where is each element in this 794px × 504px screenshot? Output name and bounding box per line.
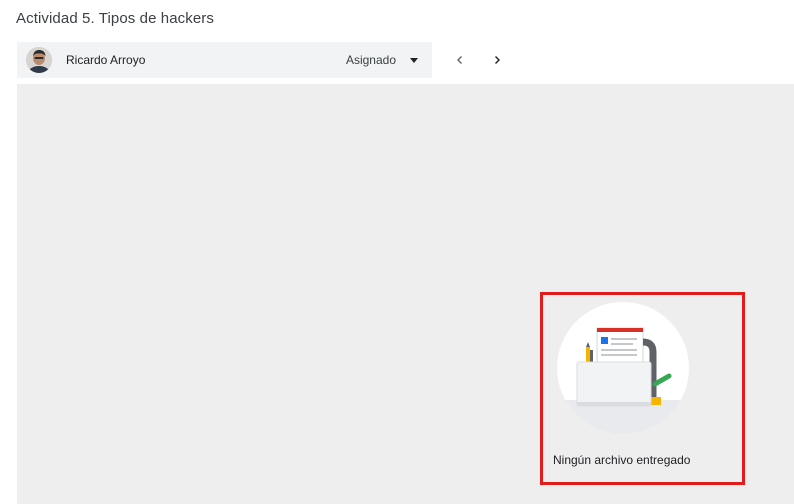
avatar [26,47,52,73]
dropdown-arrow-icon [410,57,418,63]
status-label: Asignado [345,53,396,67]
submission-page: Actividad 5. Tipos de hackers Ricardo Ar… [0,0,794,504]
status-dropdown[interactable]: Asignado [346,53,418,67]
assignment-title: Actividad 5. Tipos de hackers [16,10,215,27]
person-icon [26,47,52,73]
previous-student-button[interactable] [449,49,471,71]
student-name[interactable]: Ricardo Arroyo [66,53,346,67]
student-bar: Ricardo Arroyo Asignado [17,42,432,78]
next-student-button[interactable] [486,49,508,71]
chevron-left-icon [457,56,462,64]
highlight-annotation [540,292,745,485]
chevron-right-icon [495,56,500,64]
